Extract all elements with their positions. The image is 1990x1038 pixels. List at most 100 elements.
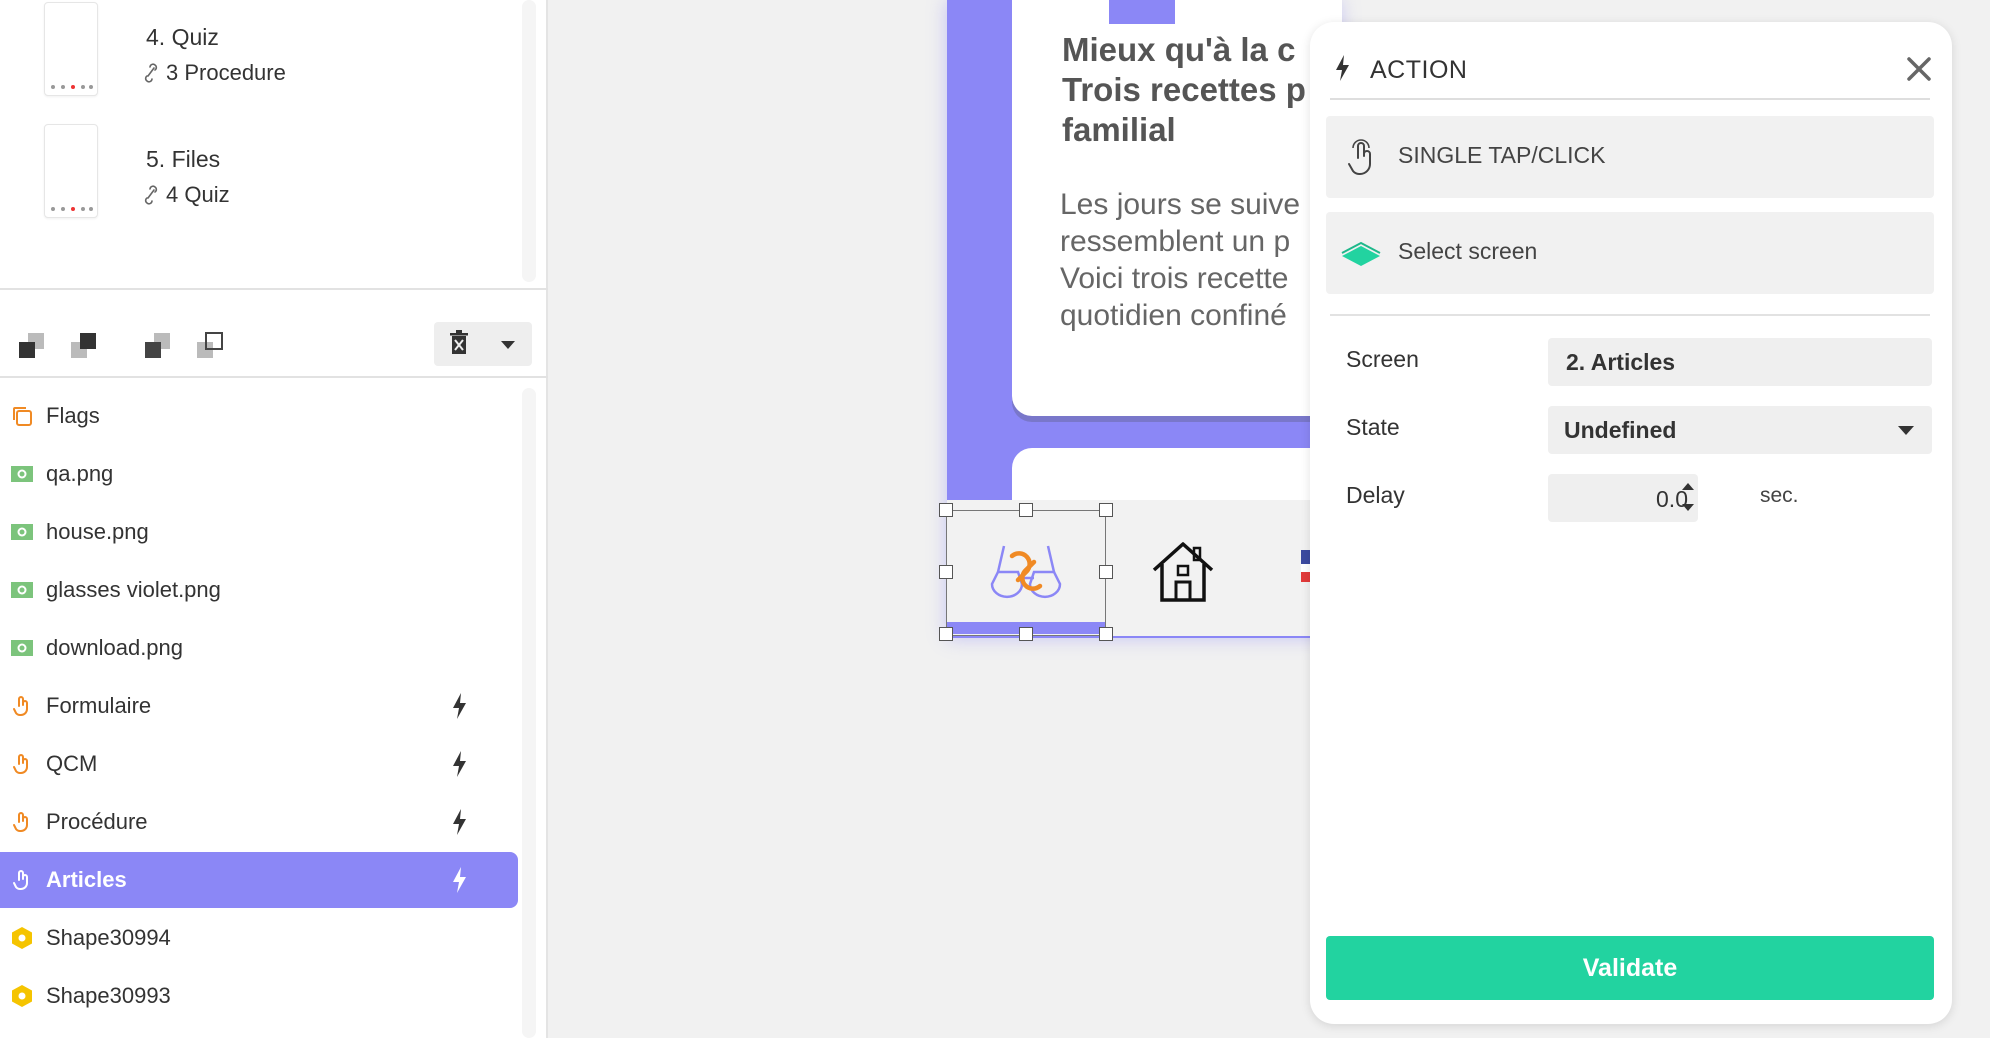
screen-title: 4. Quiz [146, 24, 219, 50]
layer-item-procedure[interactable]: Procédure [0, 794, 518, 850]
divider [1330, 314, 1930, 316]
screen-field[interactable]: 2. Articles [1548, 338, 1932, 386]
design-canvas[interactable]: Mieux qu'à la c Trois recettes p familia… [550, 0, 1342, 1038]
screen-link: 4 Quiz [142, 182, 230, 208]
second-card[interactable] [1012, 448, 1342, 508]
image-icon [11, 640, 33, 656]
layer-item-formulaire[interactable]: Formulaire [0, 678, 518, 734]
layer-item-qa-png[interactable]: qa.png [0, 446, 518, 502]
bring-forward-icon[interactable] [68, 330, 100, 360]
trash-icon [450, 330, 468, 354]
article-body: Les jours se suive ressemblent un p Voic… [1060, 188, 1301, 332]
layer-label: Shape30994 [46, 925, 171, 950]
layer-item-shape30994[interactable]: Shape30994 [0, 910, 518, 966]
layers-icon [13, 407, 32, 426]
state-value: Undefined [1564, 417, 1677, 443]
resize-handle-se[interactable] [1099, 627, 1113, 641]
layers-scrollbar[interactable] [522, 388, 536, 1038]
hexagon-icon [12, 985, 32, 1007]
image-icon [11, 524, 33, 540]
layer-label: Shape30993 [46, 983, 171, 1008]
image-icon [11, 466, 33, 482]
screen-thumbnail[interactable] [44, 124, 98, 218]
link-icon [144, 185, 158, 205]
screen-item[interactable]: 5. Files 4 Quiz [44, 124, 524, 224]
layer-toolbar [0, 316, 548, 378]
screen-link-label: 3 Procedure [166, 60, 286, 85]
layer-label: Articles [46, 867, 127, 892]
hand-tap-icon [13, 754, 28, 774]
layer-item-shape30993[interactable]: Shape30993 [0, 968, 518, 1024]
bolt-icon[interactable] [450, 750, 470, 778]
resize-handle-n[interactable] [1019, 503, 1033, 517]
bolt-icon[interactable] [450, 866, 470, 894]
resize-handle-e[interactable] [1099, 565, 1113, 579]
layers-list: Flags qa.png house.png glasses violet.pn… [0, 388, 548, 1038]
article-card[interactable]: Mieux qu'à la c Trois recettes p familia… [1012, 0, 1342, 416]
left-panel: 4. Quiz 3 Procedure 5. Files 4 Quiz Flag… [0, 0, 548, 1038]
layer-label: download.png [46, 635, 184, 660]
action-panel: ACTION SINGLE TAP/CLICK Select screen Sc… [1310, 22, 1952, 1024]
resize-handle-nw[interactable] [939, 503, 953, 517]
layer-label: qa.png [46, 461, 114, 486]
delay-unit: sec. [1760, 484, 1799, 507]
resize-handle-w[interactable] [939, 565, 953, 579]
screen-item[interactable]: 4. Quiz 3 Procedure [44, 2, 524, 102]
bolt-icon[interactable] [450, 808, 470, 836]
layers-stack-icon [1341, 241, 1381, 266]
delay-label: Delay [1346, 482, 1405, 508]
delay-stepper-icon[interactable] [1676, 472, 1700, 522]
screens-list: 4. Quiz 3 Procedure 5. Files 4 Quiz [0, 0, 548, 290]
layer-item-flags[interactable]: Flags [0, 388, 518, 444]
trigger-row[interactable]: SINGLE TAP/CLICK [1326, 116, 1934, 198]
state-select[interactable]: Undefined [1548, 406, 1932, 454]
close-icon[interactable] [1904, 54, 1934, 84]
screen-thumbnail[interactable] [44, 2, 98, 96]
layer-item-glasses-violet-png[interactable]: glasses violet.png [0, 562, 518, 618]
trigger-label: SINGLE TAP/CLICK [1398, 142, 1606, 168]
resize-handle-sw[interactable] [939, 627, 953, 641]
article-title: Mieux qu'à la c Trois recettes p familia… [1062, 31, 1306, 148]
screen-label: Screen [1346, 346, 1419, 372]
link-icon [144, 63, 158, 83]
layer-label: house.png [46, 519, 149, 544]
delete-layer-button[interactable] [434, 322, 484, 366]
hand-tap-icon [13, 696, 28, 716]
action-type-row[interactable]: Select screen [1326, 212, 1934, 294]
resize-handle-ne[interactable] [1099, 503, 1113, 517]
bolt-icon [1336, 55, 1349, 81]
screen-link-label: 4 Quiz [166, 182, 230, 207]
image-icon [11, 582, 33, 598]
hand-tap-icon [1348, 139, 1371, 175]
caret-down-icon [501, 341, 515, 349]
hexagon-icon [12, 927, 32, 949]
layer-item-house-png[interactable]: house.png [0, 504, 518, 560]
layer-item-articles[interactable]: Articles [0, 852, 518, 908]
hand-tap-icon [13, 812, 28, 832]
layer-label: glasses violet.png [46, 577, 221, 602]
screen-title: 5. Files [146, 146, 221, 172]
bolt-icon[interactable] [450, 692, 470, 720]
canvas-element-strip [1109, 0, 1175, 24]
caret-down-icon [1898, 426, 1914, 435]
screens-scrollbar[interactable] [522, 0, 536, 282]
validate-button[interactable]: Validate [1326, 936, 1934, 1000]
send-backward-icon[interactable] [142, 330, 174, 360]
layer-label: QCM [46, 751, 98, 776]
bring-to-front-icon[interactable] [16, 330, 48, 360]
layer-label: Flags [46, 403, 100, 428]
layer-item-download-png[interactable]: download.png [0, 620, 518, 676]
house-icon[interactable] [1150, 538, 1216, 604]
hand-tap-icon [13, 870, 28, 890]
resize-handle-s[interactable] [1019, 627, 1033, 641]
layer-label: Formulaire [46, 693, 152, 718]
layer-item-qcm[interactable]: QCM [0, 736, 518, 792]
layer-label: Procédure [46, 809, 148, 834]
action-panel-header: ACTION [1330, 38, 1931, 100]
selection-box[interactable] [946, 510, 1106, 636]
action-panel-title: ACTION [1370, 56, 1468, 84]
action-type-label: Select screen [1398, 238, 1538, 264]
state-label: State [1346, 414, 1400, 440]
send-to-back-icon[interactable] [194, 330, 226, 360]
layer-options-dropdown[interactable] [484, 322, 532, 366]
